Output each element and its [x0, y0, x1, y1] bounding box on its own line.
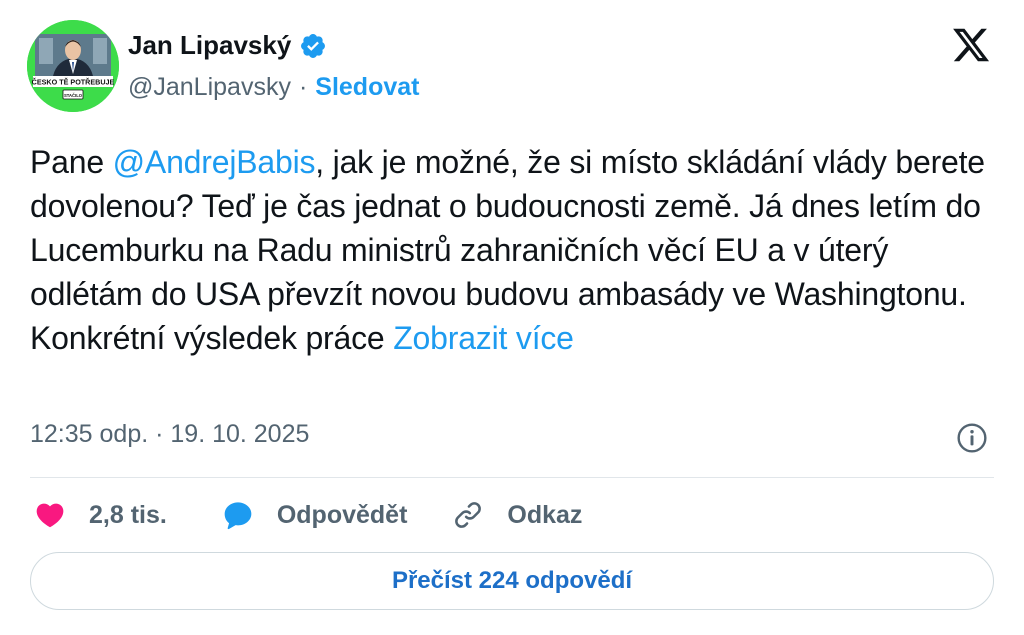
read-replies-button[interactable]: Přečíst 224 odpovědí	[30, 552, 994, 610]
reply-button[interactable]: Odpovědět	[221, 499, 408, 531]
like-button[interactable]: 2,8 tis.	[33, 499, 167, 531]
verified-badge-icon	[301, 33, 326, 58]
post-timestamp[interactable]: 12:35 odp. · 19. 10. 2025	[30, 420, 309, 449]
like-count: 2,8 tis.	[89, 500, 167, 529]
x-logo-icon[interactable]	[950, 25, 992, 65]
follow-link[interactable]: Sledovat	[315, 73, 419, 102]
author-name[interactable]: Jan Lipavský	[128, 30, 291, 61]
author-handle[interactable]: @JanLipavsky	[128, 73, 291, 102]
mention-link[interactable]: @AndrejBabis	[113, 144, 316, 180]
link-icon	[455, 502, 482, 528]
heart-icon	[36, 503, 64, 528]
speech-bubble-icon	[224, 502, 252, 530]
post-text: Pane @AndrejBabis, jak je možné, že si m…	[30, 140, 995, 360]
separator-dot: ·	[298, 73, 308, 101]
copy-link-button[interactable]: Odkaz	[451, 499, 582, 531]
avatar-badge: STAČILO	[64, 93, 83, 98]
avatar-image: ČESKO TĚ POTŘEBUJE STAČILO	[27, 20, 119, 112]
post-text-intro: Pane	[30, 144, 113, 180]
avatar-caption: ČESKO TĚ POTŘEBUJE	[32, 78, 115, 87]
action-bar: 2,8 tis. Odpovědět Odkaz	[33, 495, 582, 535]
author-avatar[interactable]: ČESKO TĚ POTŘEBUJE STAČILO	[27, 20, 119, 112]
info-icon[interactable]	[956, 422, 988, 454]
show-more-link[interactable]: Zobrazit více	[393, 320, 574, 356]
reply-label: Odpovědět	[276, 500, 408, 529]
link-label: Odkaz	[507, 500, 583, 529]
author-handle-row: @JanLipavsky · Sledovat	[128, 73, 419, 102]
author-name-row: Jan Lipavský	[128, 30, 327, 61]
divider	[30, 477, 994, 478]
embedded-post-card: ČESKO TĚ POTŘEBUJE STAČILO Jan Lipavský …	[0, 0, 1024, 635]
